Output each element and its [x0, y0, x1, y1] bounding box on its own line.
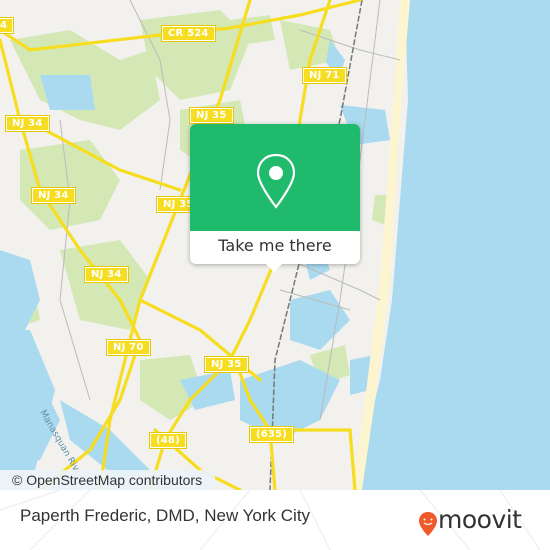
map-attribution[interactable]: © OpenStreetMap contributors: [0, 470, 215, 490]
route-shield-nj71: NJ 71: [302, 67, 347, 84]
route-shield-nj34-top: 4: [0, 17, 15, 34]
moovit-logo-text[interactable]: moovit: [438, 505, 522, 534]
take-me-there-button[interactable]: Take me there: [190, 231, 360, 264]
route-shield-48: (48): [149, 432, 187, 449]
route-shield-cr524: CR 524: [161, 25, 216, 42]
route-shield-nj34: NJ 34: [31, 187, 76, 204]
route-shield-nj35: NJ 35: [189, 107, 234, 124]
route-shield-nj34: NJ 34: [5, 115, 50, 132]
map-pin-icon: [256, 153, 296, 209]
route-shield-nj70: NJ 70: [106, 339, 151, 356]
moovit-smile-pin-icon: [419, 512, 437, 536]
route-shield-635: (635): [248, 426, 295, 443]
place-title: Paperth Frederic, DMD, New York City: [20, 506, 311, 525]
route-shield-nj34: NJ 34: [84, 266, 129, 283]
popup-header[interactable]: [190, 124, 360, 231]
popup-pointer: [265, 263, 283, 272]
route-shield-nj35: NJ 35: [204, 356, 249, 373]
take-me-there-popup[interactable]: Take me there: [190, 124, 360, 272]
